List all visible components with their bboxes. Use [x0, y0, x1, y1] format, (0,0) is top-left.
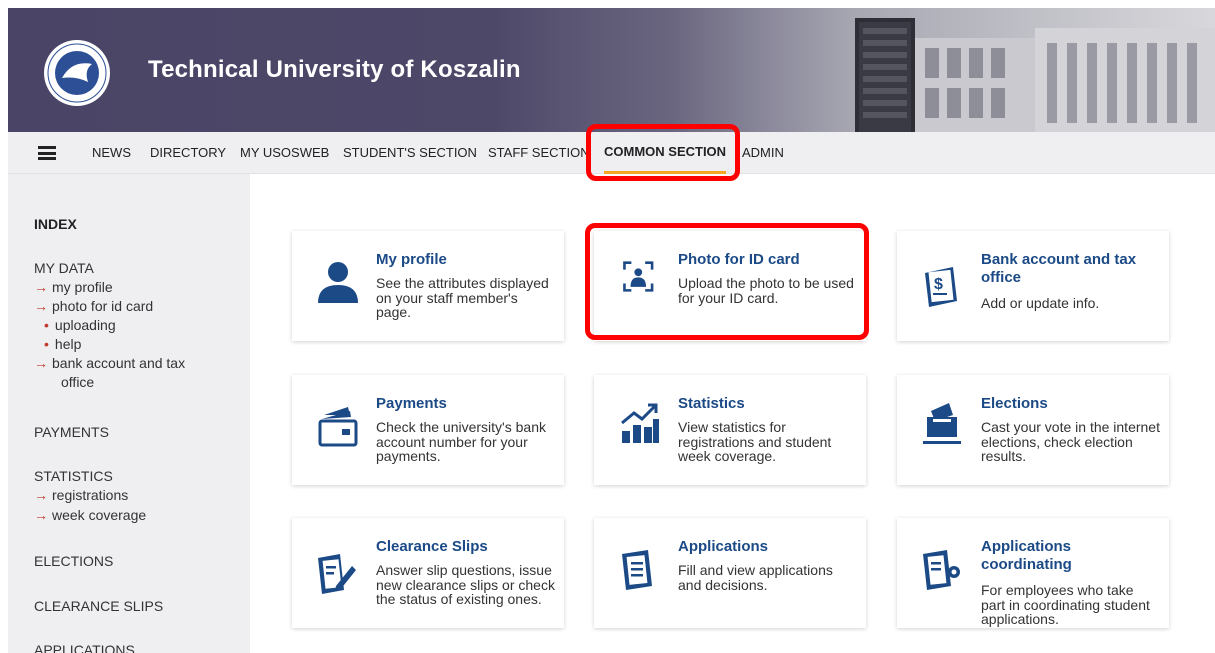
header-banner: Technical University of Koszalin [8, 8, 1215, 132]
bank-document-icon: $ [925, 267, 957, 307]
card-elections[interactable]: Elections Cast your vote in the internet… [897, 375, 1169, 485]
card-description: Upload the photo to be used for your ID … [678, 275, 854, 306]
card-title: Photo for ID card [678, 251, 800, 268]
arrow-right-icon: → [34, 298, 48, 314]
ballot-box-icon [923, 403, 961, 444]
card-description: Check the university's bank account numb… [376, 419, 546, 464]
card-title: Bank account and tax office [981, 251, 1137, 286]
arrow-right-icon: → [34, 355, 48, 371]
wallet-icon [318, 407, 358, 447]
sidebar-item-elections[interactable]: ELECTIONS [34, 553, 113, 569]
nav-directory[interactable]: DIRECTORY [150, 132, 226, 174]
chart-growth-icon [621, 403, 659, 443]
nav-staff-section[interactable]: STAFF SECTION [488, 132, 590, 174]
sidebar-item-photo-for-id-card[interactable]: → photo for id card [34, 298, 153, 314]
id-photo-icon [623, 261, 654, 292]
bullet-icon: • [44, 336, 49, 352]
card-bank-account[interactable]: $ Bank account and tax office Add or upd… [897, 231, 1169, 341]
sidebar-item-uploading[interactable]: • uploading [44, 317, 116, 333]
university-logo[interactable] [42, 38, 112, 108]
card-description: See the attributes displayed on your sta… [376, 275, 549, 320]
card-title: Clearance Slips [376, 538, 488, 555]
card-title: Elections [981, 395, 1048, 412]
bullet-icon: • [44, 317, 49, 333]
card-title: Applications coordinating [981, 538, 1072, 573]
card-description: Answer slip questions, issue new clearan… [376, 562, 555, 607]
sidebar-item-bank-account-cont[interactable]: office [61, 374, 94, 390]
card-description: Fill and view applications and decisions… [678, 562, 833, 593]
card-payments[interactable]: Payments Check the university's bank acc… [292, 375, 564, 485]
arrow-right-icon: → [34, 487, 48, 503]
main-navigation: NEWS DIRECTORY MY USOSWEB STUDENT'S SECT… [8, 132, 1215, 174]
card-photo-for-id-card[interactable]: Photo for ID card Upload the photo to be… [594, 231, 866, 341]
sidebar-item-clearance-slips[interactable]: CLEARANCE SLIPS [34, 598, 163, 614]
nav-common-section[interactable]: COMMON SECTION [604, 132, 727, 174]
card-my-profile[interactable]: My profile See the attributes displayed … [292, 231, 564, 341]
card-statistics[interactable]: Statistics View statistics for registrat… [594, 375, 866, 485]
sidebar-item-my-data[interactable]: MY DATA [34, 260, 94, 276]
document-icon [622, 550, 652, 590]
nav-admin[interactable]: ADMIN [742, 132, 784, 174]
user-icon [318, 262, 358, 303]
sidebar-index-heading: INDEX [34, 216, 77, 232]
sidebar-item-applications[interactable]: APPLICATIONS [34, 642, 135, 653]
card-description: For employees who take part in coordinat… [981, 582, 1150, 627]
nav-students-section[interactable]: STUDENT'S SECTION [343, 132, 477, 174]
svg-text:$: $ [934, 276, 943, 293]
card-applications[interactable]: Applications Fill and view applications … [594, 518, 866, 628]
card-title: Payments [376, 395, 447, 412]
card-description: View statistics for registrations and st… [678, 419, 832, 464]
nav-news[interactable]: NEWS [92, 132, 131, 174]
university-title: Technical University of Koszalin [148, 56, 521, 83]
card-title: Applications [678, 538, 769, 555]
card-clearance-slips[interactable]: Clearance Slips Answer slip questions, i… [292, 518, 564, 628]
sidebar-item-registrations[interactable]: → registrations [34, 487, 128, 503]
sidebar-index: INDEX MY DATA → my profile → photo for id … [8, 174, 250, 653]
edit-document-icon [318, 554, 356, 594]
card-title: Statistics [678, 395, 745, 412]
nav-my-usosweb[interactable]: MY USOSWEB [240, 132, 329, 174]
hamburger-menu-icon[interactable] [38, 146, 56, 160]
sidebar-item-bank-account[interactable]: → bank account and tax [34, 355, 185, 371]
arrow-right-icon: → [34, 279, 48, 295]
building-photo [855, 18, 1215, 132]
sidebar-item-payments[interactable]: PAYMENTS [34, 424, 109, 440]
sidebar-item-my-profile[interactable]: → my profile [34, 279, 113, 295]
sidebar-item-statistics[interactable]: STATISTICS [34, 468, 113, 484]
card-description: Add or update info. [981, 295, 1100, 311]
card-applications-coordinating[interactable]: Applications coordinating For employees … [897, 518, 1169, 628]
document-settings-icon [923, 550, 960, 590]
arrow-right-icon: → [34, 507, 48, 523]
sidebar-item-help[interactable]: • help [44, 336, 81, 352]
card-description: Cast your vote in the internet elections… [981, 419, 1160, 464]
card-title: My profile [376, 251, 447, 268]
sidebar-item-week-coverage[interactable]: → week coverage [34, 507, 146, 523]
